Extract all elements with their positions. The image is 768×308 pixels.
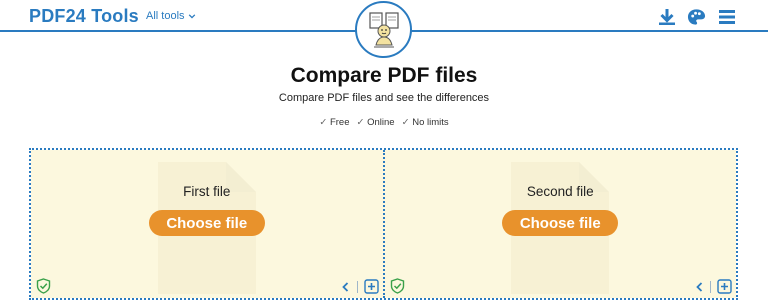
chevron-left-icon[interactable] [341,281,351,293]
choose-first-file-button[interactable]: Choose file [148,210,265,236]
header-actions [657,7,736,26]
feature-no-limits: No limits [402,117,448,128]
add-file-icon[interactable] [363,279,379,294]
page-subtitle: Compare PDF files and see the difference… [278,92,490,104]
shield-check-icon[interactable] [390,278,405,294]
second-file-label: Second file [526,184,594,199]
second-zone-tools [694,279,732,294]
feature-free: Free [319,117,350,128]
page-title: Compare PDF files [290,64,478,87]
first-file-label: First file [183,184,231,199]
second-file-dropzone[interactable]: Second file Choose file [382,150,736,298]
feature-list: Free Online No limits [0,117,768,128]
pdf24-mascot-logo[interactable] [355,1,412,58]
brand-logo-text[interactable]: PDF24 Tools [29,6,139,27]
first-zone-tools [341,279,379,294]
feature-online: Online [357,117,394,128]
divider [356,280,358,293]
mascot-icon [368,11,399,47]
menu-icon[interactable] [717,7,736,26]
chevron-left-icon[interactable] [694,281,704,293]
chevron-down-icon [188,14,195,19]
add-file-icon[interactable] [717,279,732,294]
all-tools-dropdown[interactable]: All tools [146,10,196,22]
divider [710,280,711,293]
first-file-dropzone[interactable]: First file Choose file [31,150,383,298]
download-icon[interactable] [657,7,676,26]
all-tools-label: All tools [146,10,185,22]
choose-second-file-button[interactable]: Choose file [502,210,619,236]
shield-check-icon[interactable] [36,278,51,294]
palette-icon[interactable] [687,7,706,26]
file-drop-area: First file Choose file Second file Choos… [29,148,738,300]
